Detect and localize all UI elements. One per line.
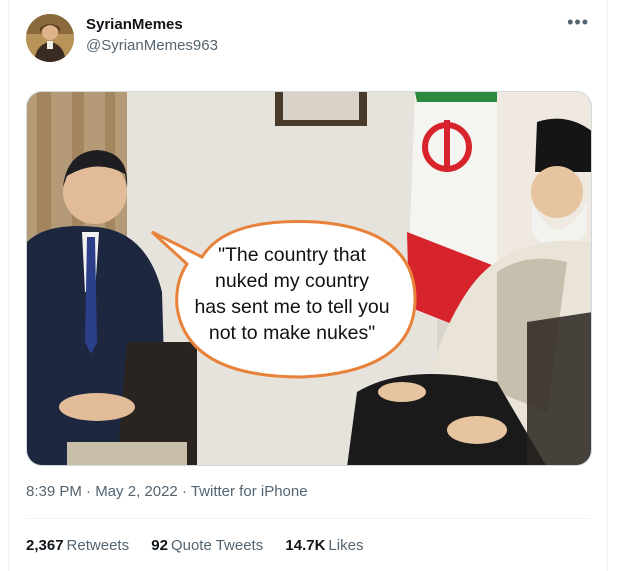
likes-count: 14.7K <box>285 537 326 554</box>
quotes-label: Quote Tweets <box>170 537 264 554</box>
separator: · <box>177 483 191 500</box>
tweet-metadata: 8:39 PM · May 2, 2022 · Twitter for iPho… <box>26 483 308 500</box>
tweet-stats: 2,367 Retweets 92 Quote Tweets 14.7K Likes <box>26 537 381 554</box>
tweet-date[interactable]: May 2, 2022 <box>95 483 178 500</box>
speech-line: not to make nukes" <box>208 322 376 344</box>
speech-bubble-text: "The country that nuked my country has s… <box>177 242 407 346</box>
more-options-icon[interactable]: ••• <box>567 12 589 33</box>
separator: · <box>81 483 96 500</box>
speech-line: nuked my country <box>215 270 369 292</box>
tweet-card: SyrianMemes @SyrianMemes963 ••• "The cou… <box>8 0 608 571</box>
tweet-source[interactable]: Twitter for iPhone <box>191 483 308 500</box>
tweet-image[interactable]: "The country that nuked my country has s… <box>26 91 592 466</box>
retweets-stat[interactable]: 2,367 Retweets <box>26 537 129 554</box>
retweets-label: Retweets <box>66 537 130 554</box>
retweets-count: 2,367 <box>26 537 64 554</box>
quote-tweets-stat[interactable]: 92 Quote Tweets <box>151 537 263 554</box>
quotes-count: 92 <box>151 537 168 554</box>
likes-label: Likes <box>328 537 364 554</box>
likes-stat[interactable]: 14.7K Likes <box>285 537 363 554</box>
speech-line: "The country that <box>218 244 366 266</box>
user-handle[interactable]: @SyrianMemes963 <box>86 37 218 54</box>
speech-line: has sent me to tell you <box>194 296 390 318</box>
avatar-image <box>26 14 74 62</box>
display-name[interactable]: SyrianMemes <box>86 16 183 33</box>
user-avatar[interactable] <box>26 14 74 62</box>
divider <box>26 518 590 519</box>
tweet-time[interactable]: 8:39 PM <box>26 483 82 500</box>
